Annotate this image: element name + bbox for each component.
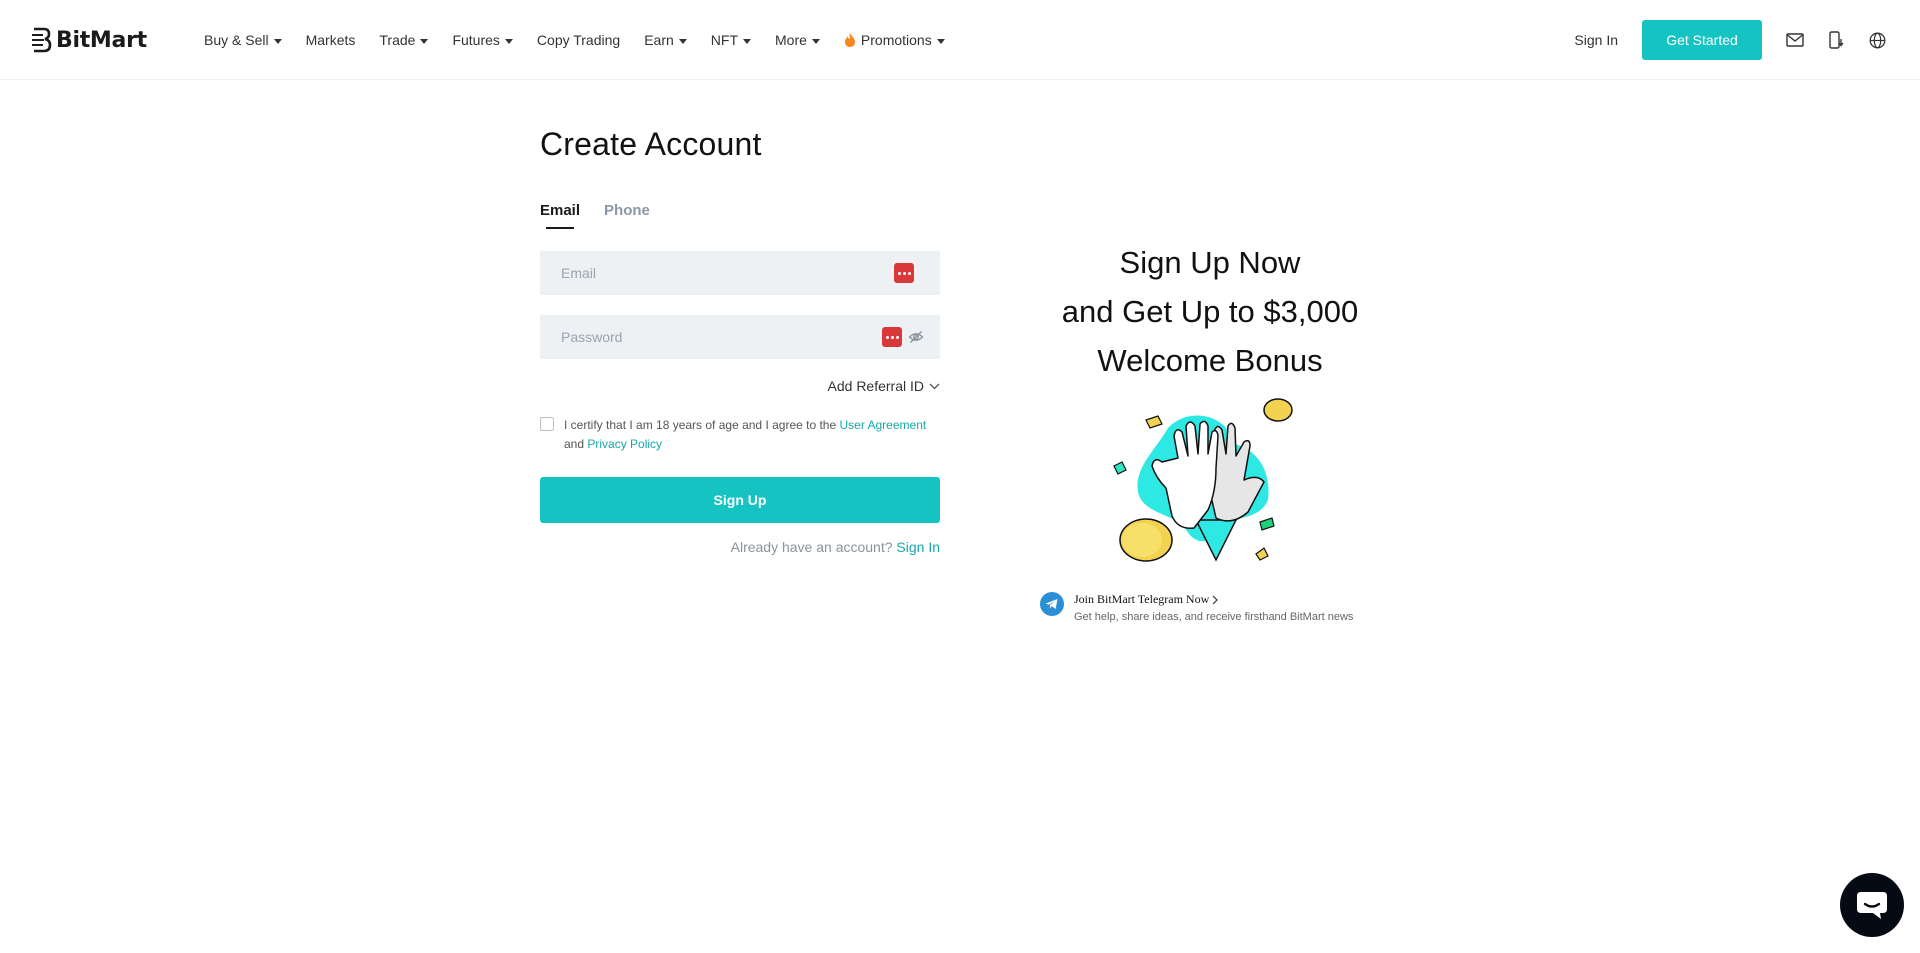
- logo-text: BitMart: [56, 27, 147, 53]
- agreement-and-text: and: [564, 437, 588, 451]
- main-nav: Buy & Sell Markets Trade Futures Copy Tr…: [204, 0, 969, 80]
- nav-futures[interactable]: Futures: [452, 32, 513, 48]
- sign-up-button[interactable]: Sign Up: [540, 477, 940, 523]
- password-manager-icon[interactable]: [894, 263, 914, 283]
- bitmart-logo-icon: [32, 27, 52, 53]
- nav-buy-sell-label: Buy & Sell: [204, 32, 269, 48]
- eye-off-icon[interactable]: [908, 329, 924, 345]
- nav-more[interactable]: More: [775, 32, 820, 48]
- email-input[interactable]: [540, 251, 894, 295]
- nav-nft[interactable]: NFT: [711, 32, 751, 48]
- promo-line-2: and Get Up to $3,000: [1061, 294, 1359, 329]
- telegram-title: Join BitMart Telegram Now: [1074, 592, 1353, 607]
- nav-copy-trading[interactable]: Copy Trading: [537, 32, 620, 48]
- chat-icon: [1857, 892, 1887, 919]
- password-field-wrapper: [540, 315, 940, 359]
- top-header: BitMart Buy & Sell Markets Trade Futures…: [0, 0, 1920, 80]
- promo-headline: Sign Up Now and Get Up to $3,000 Welcome…: [1010, 238, 1410, 385]
- get-started-button[interactable]: Get Started: [1642, 20, 1762, 60]
- signup-method-tabs: Email Phone: [540, 202, 650, 229]
- promo-line-1: Sign Up Now: [1119, 245, 1301, 280]
- globe-icon[interactable]: [1866, 29, 1888, 51]
- already-have-account: Already have an account? Sign In: [540, 539, 940, 555]
- nav-nft-label: NFT: [710, 32, 738, 48]
- header-sign-in-link[interactable]: Sign In: [1574, 32, 1618, 48]
- nav-markets-label: Markets: [305, 32, 356, 48]
- nav-earn-label: Earn: [644, 32, 674, 48]
- header-actions: Sign In Get Started: [1574, 0, 1920, 80]
- mobile-download-icon[interactable]: [1825, 29, 1847, 51]
- already-text: Already have an account?: [730, 539, 897, 555]
- caret-down-icon: [504, 38, 513, 44]
- agreement-text: I certify that I am 18 years of age and …: [564, 416, 926, 454]
- nav-promotions[interactable]: Promotions: [844, 32, 945, 48]
- page-title: Create Account: [540, 126, 762, 162]
- chevron-right-icon: [1212, 595, 1219, 604]
- age-agreement: I certify that I am 18 years of age and …: [540, 416, 940, 454]
- caret-down-icon: [420, 38, 429, 44]
- caret-down-icon: [936, 38, 945, 44]
- mail-icon[interactable]: [1784, 29, 1806, 51]
- nav-buy-sell[interactable]: Buy & Sell: [204, 32, 282, 48]
- caret-down-icon: [743, 38, 751, 44]
- nav-copy-trading-label: Copy Trading: [536, 32, 621, 48]
- chevron-down-icon: [929, 383, 940, 389]
- caret-down-icon: [273, 38, 282, 44]
- add-referral-toggle[interactable]: Add Referral ID: [820, 378, 940, 394]
- password-input[interactable]: [540, 315, 882, 359]
- email-field-wrapper: [540, 251, 940, 295]
- support-chat-button[interactable]: [1840, 873, 1904, 937]
- referral-label: Add Referral ID: [827, 378, 924, 394]
- caret-down-icon: [811, 38, 820, 44]
- nav-trade-label: Trade: [379, 32, 416, 48]
- high-five-illustration: [1113, 398, 1293, 562]
- telegram-subtitle: Get help, share ideas, and receive first…: [1074, 611, 1354, 623]
- tab-email[interactable]: Email: [540, 202, 580, 229]
- nav-more-label: More: [775, 32, 807, 48]
- nav-promotions-label: Promotions: [860, 32, 932, 48]
- telegram-text: Join BitMart Telegram Now Get help, shar…: [1074, 592, 1353, 623]
- tab-phone[interactable]: Phone: [604, 202, 650, 229]
- nav-futures-label: Futures: [452, 32, 500, 48]
- fire-icon: [844, 33, 855, 47]
- privacy-policy-link[interactable]: Privacy Policy: [587, 437, 662, 451]
- password-manager-icon[interactable]: [882, 327, 902, 347]
- sign-in-link[interactable]: Sign In: [896, 539, 940, 555]
- promo-line-3: Welcome Bonus: [1097, 343, 1323, 378]
- agreement-text-prefix: I certify that I am 18 years of age and …: [564, 418, 840, 432]
- telegram-icon: [1040, 592, 1064, 616]
- telegram-banner[interactable]: Join BitMart Telegram Now Get help, shar…: [1040, 592, 1353, 623]
- telegram-title-text: Join BitMart Telegram Now: [1074, 592, 1210, 606]
- bitmart-logo[interactable]: BitMart: [30, 24, 147, 56]
- nav-trade[interactable]: Trade: [379, 32, 429, 48]
- nav-earn[interactable]: Earn: [644, 32, 687, 48]
- user-agreement-link[interactable]: User Agreement: [840, 418, 927, 432]
- nav-markets[interactable]: Markets: [306, 32, 356, 48]
- agreement-checkbox[interactable]: [540, 417, 554, 431]
- caret-down-icon: [678, 38, 687, 44]
